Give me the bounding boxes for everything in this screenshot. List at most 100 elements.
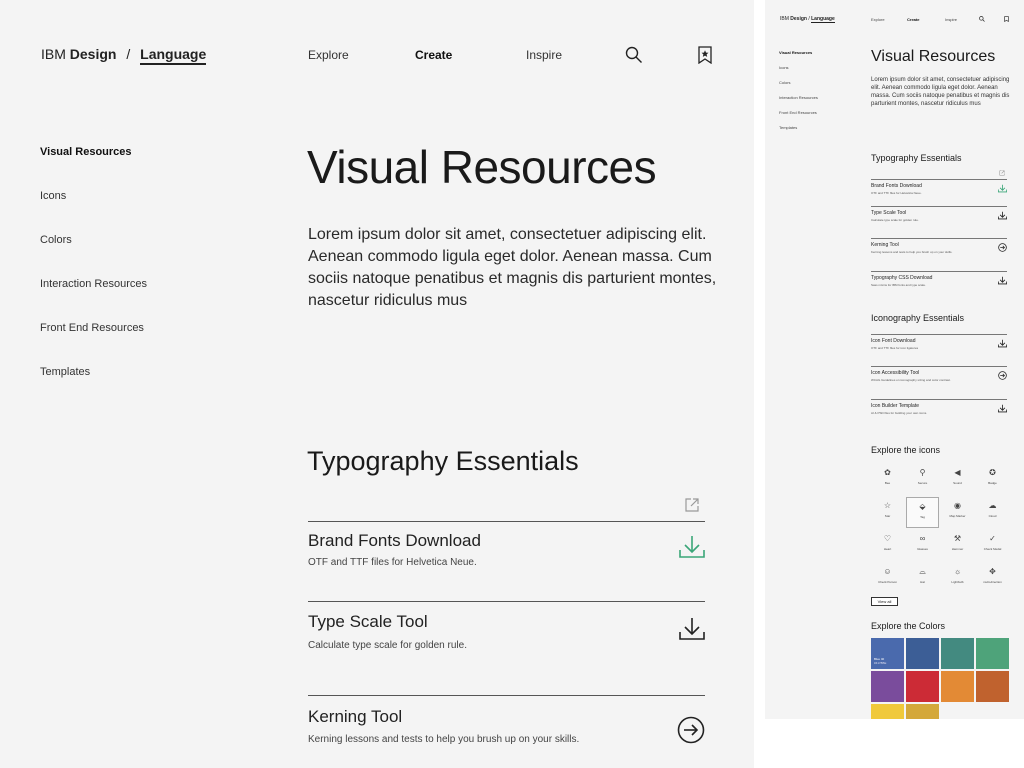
color-swatch[interactable] bbox=[871, 704, 904, 719]
resource-brand-fonts-download[interactable]: Brand Fonts Download OTF and TTF files f… bbox=[308, 521, 705, 601]
icon-tile-map-marker[interactable]: ◉ Map Marker bbox=[941, 497, 974, 528]
icon-tile-label: Heart bbox=[883, 547, 892, 551]
overview-brand-logo[interactable]: IBM Design / Language bbox=[780, 16, 835, 23]
icon-tile-label: Hammer bbox=[951, 547, 964, 551]
resource-typography-css-download[interactable]: Typography CSS Download Sass mixins for … bbox=[871, 271, 1007, 297]
download-icon[interactable] bbox=[998, 276, 1007, 285]
overview-page-title: Visual Resources bbox=[871, 48, 996, 65]
icon-tile-hat[interactable]: ⌓ Hat bbox=[906, 563, 939, 594]
resource-type-scale-tool[interactable]: Type Scale Tool Calculate type scale for… bbox=[308, 601, 705, 695]
download-icon[interactable] bbox=[679, 616, 705, 642]
external-link-icon[interactable] bbox=[684, 497, 700, 513]
resource-desc: Kerning lessons and tests to help you br… bbox=[308, 734, 580, 745]
sidebar-item-templates[interactable]: Templates bbox=[40, 366, 147, 410]
resource-icon-font-download[interactable]: Icon Font Download OTF and TTF files for… bbox=[871, 334, 1007, 366]
view-all-button[interactable]: View all bbox=[871, 597, 898, 606]
color-swatch[interactable] bbox=[976, 671, 1009, 702]
icon-tile-glasses[interactable]: ∞ Glasses bbox=[906, 530, 939, 561]
color-swatch[interactable] bbox=[906, 638, 939, 669]
resource-icon-builder-template[interactable]: Icon Builder Template AI & PSD files for… bbox=[871, 399, 1007, 426]
swatch-hex: #4178BE bbox=[874, 661, 887, 665]
icon-tile-label: Hat bbox=[920, 580, 925, 584]
search-icon[interactable] bbox=[625, 46, 643, 64]
typography-section-title: Typography Essentials bbox=[307, 446, 579, 476]
bookmark-icon[interactable] bbox=[1004, 16, 1009, 22]
sidebar-item-visual-resources[interactable]: Visual Resources bbox=[779, 50, 818, 65]
sidebar-item-interaction-resources[interactable]: Interaction Resources bbox=[779, 95, 818, 110]
icon-tile-tag[interactable]: ⬙ Tag bbox=[906, 497, 939, 528]
icon-tile-star[interactable]: ☆ Star bbox=[871, 497, 904, 528]
download-icon[interactable] bbox=[998, 184, 1007, 193]
sidebar-item-front-end-resources[interactable]: Front End Resources bbox=[40, 322, 147, 366]
sidebar-item-interaction-resources[interactable]: Interaction Resources bbox=[40, 278, 147, 322]
color-swatch[interactable] bbox=[976, 638, 1009, 669]
explore-colors-title: Explore the Colors bbox=[871, 621, 946, 631]
icon-tile-sound[interactable]: ◀ Sound bbox=[941, 464, 974, 495]
color-swatch[interactable] bbox=[941, 638, 974, 669]
color-swatch[interactable] bbox=[906, 704, 939, 719]
resource-brand-fonts-download[interactable]: Brand Fonts Download OTF and TTF files f… bbox=[871, 179, 1007, 206]
sidebar-item-templates[interactable]: Templates bbox=[779, 125, 818, 140]
color-swatch[interactable] bbox=[906, 671, 939, 702]
color-swatch[interactable] bbox=[941, 671, 974, 702]
nav-explore[interactable]: Explore bbox=[871, 17, 885, 22]
icon-tile-label: multi-direction bbox=[983, 580, 1002, 584]
brand-language-link[interactable]: Language bbox=[140, 46, 207, 65]
resource-title: Icon Builder Template bbox=[871, 403, 919, 409]
sound-icon: ◀ bbox=[954, 468, 961, 477]
resource-icon-accessibility-tool[interactable]: Icon Accessibility Tool WCAG Guidelines … bbox=[871, 366, 1007, 399]
resource-kerning-tool[interactable]: Kerning Tool Kerning lessons and tests t… bbox=[871, 238, 1007, 271]
external-link-icon[interactable] bbox=[999, 170, 1005, 176]
sidebar-item-icons[interactable]: Icons bbox=[779, 65, 818, 80]
download-icon[interactable] bbox=[679, 534, 705, 560]
badge-icon: ✪ bbox=[989, 468, 996, 477]
sidebar-item-colors[interactable]: Colors bbox=[779, 80, 818, 95]
search-icon[interactable] bbox=[979, 16, 985, 22]
icon-tile-hammer[interactable]: ⚒ Hammer bbox=[941, 530, 974, 561]
icon-tile-label: Glasses bbox=[917, 547, 928, 551]
sidebar-item-icons[interactable]: Icons bbox=[40, 190, 147, 234]
resource-title: Brand Fonts Download bbox=[308, 531, 481, 550]
brand-separator: / bbox=[808, 16, 810, 22]
tag-icon: ⬙ bbox=[919, 502, 926, 511]
nav-explore[interactable]: Explore bbox=[308, 48, 349, 62]
nav-inspire[interactable]: Inspire bbox=[945, 17, 957, 22]
icon-tile-multi-direction[interactable]: ✥ multi-direction bbox=[976, 563, 1009, 594]
nav-inspire[interactable]: Inspire bbox=[526, 48, 562, 62]
overview-page-intro: Lorem ipsum dolor sit amet, consectetuer… bbox=[871, 77, 1010, 107]
color-swatch[interactable]: Blue 40 #4178BE bbox=[871, 638, 904, 669]
bookmark-icon[interactable] bbox=[697, 46, 713, 64]
star-icon: ☆ bbox=[883, 501, 892, 510]
explore-icons-title: Explore the icons bbox=[871, 445, 941, 455]
icon-tile-check-medal[interactable]: ✓ Check Medal bbox=[976, 530, 1009, 561]
sidebar-item-colors[interactable]: Colors bbox=[40, 234, 147, 278]
icon-tile-label: Cloud bbox=[988, 514, 997, 518]
icon-tile-bee[interactable]: ✿ Bee bbox=[871, 464, 904, 495]
icon-tile-cloud[interactable]: ☁ Cloud bbox=[976, 497, 1009, 528]
icon-tile-secure[interactable]: ⚲ Secure bbox=[906, 464, 939, 495]
download-icon[interactable] bbox=[998, 404, 1007, 413]
icon-tile-badge[interactable]: ✪ Badge bbox=[976, 464, 1009, 495]
icon-tile-check-person[interactable]: ☺ Check Person bbox=[871, 563, 904, 594]
arrow-circle-icon[interactable] bbox=[677, 716, 705, 744]
sidebar-item-visual-resources[interactable]: Visual Resources bbox=[40, 146, 147, 190]
nav-create[interactable]: Create bbox=[907, 17, 919, 22]
sidebar-item-front-end-resources[interactable]: Front End Resources bbox=[779, 110, 818, 125]
brand-logo[interactable]: IBM Design / Language bbox=[41, 46, 207, 65]
download-icon[interactable] bbox=[998, 339, 1007, 348]
brand-language-link[interactable]: Language bbox=[811, 16, 835, 23]
nav-create[interactable]: Create bbox=[415, 48, 452, 62]
icon-tile-heart[interactable]: ♡ Heart bbox=[871, 530, 904, 561]
icon-tile-label: Lightbulb bbox=[951, 580, 964, 584]
arrow-circle-icon[interactable] bbox=[998, 371, 1007, 380]
download-icon[interactable] bbox=[998, 211, 1007, 220]
overview-iconography-title: Iconography Essentials bbox=[871, 313, 965, 323]
resource-desc: Kerning lessons and tests to help you br… bbox=[871, 250, 953, 254]
resource-type-scale-tool[interactable]: Type Scale Tool Calculate type scale for… bbox=[871, 206, 1007, 238]
arrow-circle-icon[interactable] bbox=[998, 243, 1007, 252]
icon-tile-label: Bee bbox=[884, 481, 891, 485]
color-swatch[interactable] bbox=[871, 671, 904, 702]
icon-tile-lightbulb[interactable]: ☼ Lightbulb bbox=[941, 563, 974, 594]
resource-kerning-tool[interactable]: Kerning Tool Kerning lessons and tests t… bbox=[308, 695, 705, 768]
glasses-icon: ∞ bbox=[919, 534, 926, 543]
